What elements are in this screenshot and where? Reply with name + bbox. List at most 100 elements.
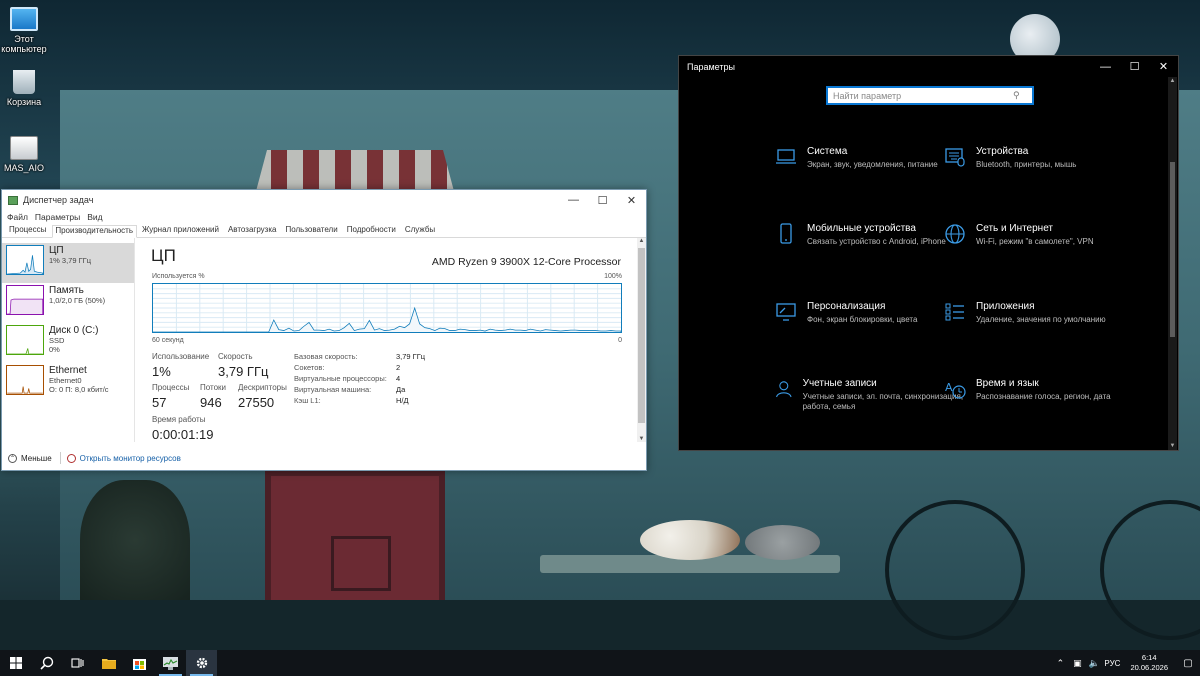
tab-bar: Процессы Производительность Журнал прило… (2, 224, 646, 238)
tab-app-history[interactable]: Журнал приложений (139, 224, 223, 237)
sidebar-item-memory[interactable]: Память 1,0/2,0 ГБ (50%) (2, 283, 134, 323)
network-icon[interactable]: ▣ (1070, 658, 1084, 669)
scroll-down-arrow-icon[interactable]: ▼ (637, 436, 646, 442)
disk-mini-graph (6, 325, 44, 355)
usage-value: 1% (152, 364, 171, 379)
tab-users[interactable]: Пользователи (282, 224, 341, 237)
sidebar-item-cpu[interactable]: ЦП 1% 3,79 ГГц (2, 243, 134, 283)
maximize-button[interactable]: ☐ (1120, 60, 1149, 73)
tab-services[interactable]: Службы (402, 224, 439, 237)
wallpaper-cat (745, 525, 820, 560)
task-manager-icon (163, 656, 178, 670)
threads-label: Потоки (200, 383, 227, 392)
sidebar-item-title: Ethernet (49, 365, 87, 376)
wallpaper-bicycle-wheel (885, 500, 1025, 640)
apps-list-icon (945, 303, 964, 321)
menu-file[interactable]: Файл (7, 212, 28, 222)
tab-details[interactable]: Подробности (344, 224, 400, 237)
tab-performance[interactable]: Производительность (52, 225, 137, 238)
fewer-details-button[interactable]: Меньше (21, 454, 52, 463)
volume-icon[interactable]: 🔈 (1087, 658, 1101, 669)
tile-description: Фон, экран блокировки, цвета (807, 315, 918, 324)
wallpaper-cat (640, 520, 740, 560)
vertical-scrollbar[interactable]: ▲ ▼ (1168, 77, 1177, 450)
notification-center-icon[interactable]: ▢ (1180, 658, 1196, 669)
tab-startup[interactable]: Автозагрузка (225, 224, 281, 237)
sidebar-item-disk[interactable]: Диск 0 (C:) SSD 0% (2, 323, 134, 363)
uptime-label: Время работы (152, 415, 206, 424)
desktop-icon-label: MAS_AIO (3, 163, 44, 173)
settings-tile-devices[interactable]: Устройства Bluetooth, принтеры, мышь (944, 146, 1144, 170)
divider (59, 452, 61, 464)
recycle-bin-icon (13, 70, 35, 94)
sidebar-item-sub2: 0% (49, 345, 60, 354)
task-manager-window[interactable]: Диспетчер задач — ☐ ✕ Файл Параметры Вид… (1, 189, 647, 471)
vertical-scrollbar[interactable]: ▲ ▼ (637, 238, 646, 442)
desktop-icon-label: Корзина (6, 97, 42, 107)
tab-processes[interactable]: Процессы (6, 224, 50, 237)
virtual-machine-label: Виртуальная машина: (294, 385, 372, 394)
taskbar-settings[interactable] (186, 650, 217, 676)
sidebar-item-sub2: О: 0 П: 8,0 кбит/с (49, 385, 109, 394)
title-bar[interactable]: Диспетчер задач — ☐ ✕ (2, 190, 646, 210)
taskbar-task-manager[interactable] (155, 650, 186, 676)
chevron-up-icon[interactable]: ⌃ (8, 453, 17, 463)
performance-panel: ЦП 1% 3,79 ГГц Память 1,0/2,0 ГБ (50%) Д… (2, 238, 648, 442)
tile-description: Удаление, значения по умолчанию (976, 315, 1106, 324)
input-language-indicator[interactable]: РУС (1104, 659, 1120, 668)
menu-bar: Файл Параметры Вид (2, 210, 646, 224)
close-button[interactable]: ✕ (617, 194, 646, 207)
sidebar-item-title: Память (49, 285, 84, 296)
virtual-processors-label: Виртуальные процессоры: (294, 374, 387, 383)
desktop-icon-mas-aio[interactable]: MAS_AIO (0, 136, 51, 173)
search-input[interactable] (833, 90, 1013, 101)
tile-description: Bluetooth, принтеры, мышь (976, 160, 1077, 169)
scrollbar-thumb[interactable] (1170, 162, 1175, 337)
title-bar[interactable]: Параметры — ☐ ✕ (679, 56, 1178, 77)
open-resource-monitor-link[interactable]: Открыть монитор ресурсов (80, 454, 181, 463)
resource-sidebar: ЦП 1% 3,79 ГГц Память 1,0/2,0 ГБ (50%) Д… (2, 238, 135, 442)
chevron-up-icon[interactable]: ⌃ (1053, 658, 1067, 669)
this-pc-icon (10, 7, 38, 31)
minimize-button[interactable]: — (1091, 61, 1120, 73)
tile-title: Время и язык (976, 378, 1039, 389)
search-button[interactable] (31, 650, 62, 676)
threads-value: 946 (200, 395, 222, 410)
scroll-down-arrow-icon[interactable]: ▼ (1168, 443, 1177, 449)
settings-tile-apps[interactable]: Приложения Удаление, значения по умолчани… (944, 301, 1144, 325)
paintbrush-icon (776, 303, 796, 321)
scroll-up-arrow-icon[interactable]: ▲ (637, 238, 646, 244)
handles-label: Дескрипторы (238, 383, 287, 392)
taskbar-file-explorer[interactable] (93, 650, 124, 676)
l1-cache-label: Кэш L1: (294, 396, 321, 405)
settings-window[interactable]: Параметры — ☐ ✕ ⚲ Система Экран, звук, ув… (678, 55, 1179, 451)
graph-span: 60 секунд (152, 337, 184, 344)
handles-value: 27550 (238, 395, 275, 410)
tile-title: Мобильные устройства (807, 223, 916, 234)
menu-options[interactable]: Параметры (35, 212, 80, 222)
ethernet-mini-graph (6, 365, 44, 395)
close-button[interactable]: ✕ (1149, 60, 1178, 73)
desktop-icon-this-pc[interactable]: Этот компьютер (0, 7, 51, 54)
clock-date: 20.06.2026 (1130, 663, 1168, 672)
settings-tile-network[interactable]: Сеть и Интернет Wi-Fi, режим "в самолете"… (944, 223, 1144, 247)
task-view-button[interactable] (62, 650, 93, 676)
minimize-button[interactable]: — (559, 194, 588, 206)
desktop-icon-recycle-bin[interactable]: Корзина (0, 70, 51, 107)
task-manager-footer: ⌃ Меньше Открыть монитор ресурсов (2, 448, 648, 468)
cpu-usage-graph (152, 283, 622, 333)
clock[interactable]: 6:14 20.06.2026 (1130, 653, 1168, 673)
settings-search-box[interactable]: ⚲ (826, 86, 1034, 105)
search-icon (39, 656, 53, 670)
cpu-detail-panel: ЦП AMD Ryzen 9 3900X 12-Core Processor И… (135, 238, 648, 442)
settings-tile-time-language[interactable]: A Время и язык Распознавание голоса, реги… (944, 378, 1144, 402)
scrollbar-thumb[interactable] (638, 248, 645, 423)
maximize-button[interactable]: ☐ (588, 194, 617, 207)
sidebar-item-ethernet[interactable]: Ethernet Ethernet0 О: 0 П: 8,0 кбит/с (2, 363, 134, 403)
sidebar-item-sub: Ethernet0 (49, 376, 82, 385)
scroll-up-arrow-icon[interactable]: ▲ (1168, 78, 1177, 84)
taskbar: ⌃ ▣ 🔈 РУС 6:14 20.06.2026 ▢ (0, 650, 1200, 676)
menu-view[interactable]: Вид (87, 212, 102, 222)
start-button[interactable] (0, 650, 31, 676)
taskbar-store[interactable] (124, 650, 155, 676)
